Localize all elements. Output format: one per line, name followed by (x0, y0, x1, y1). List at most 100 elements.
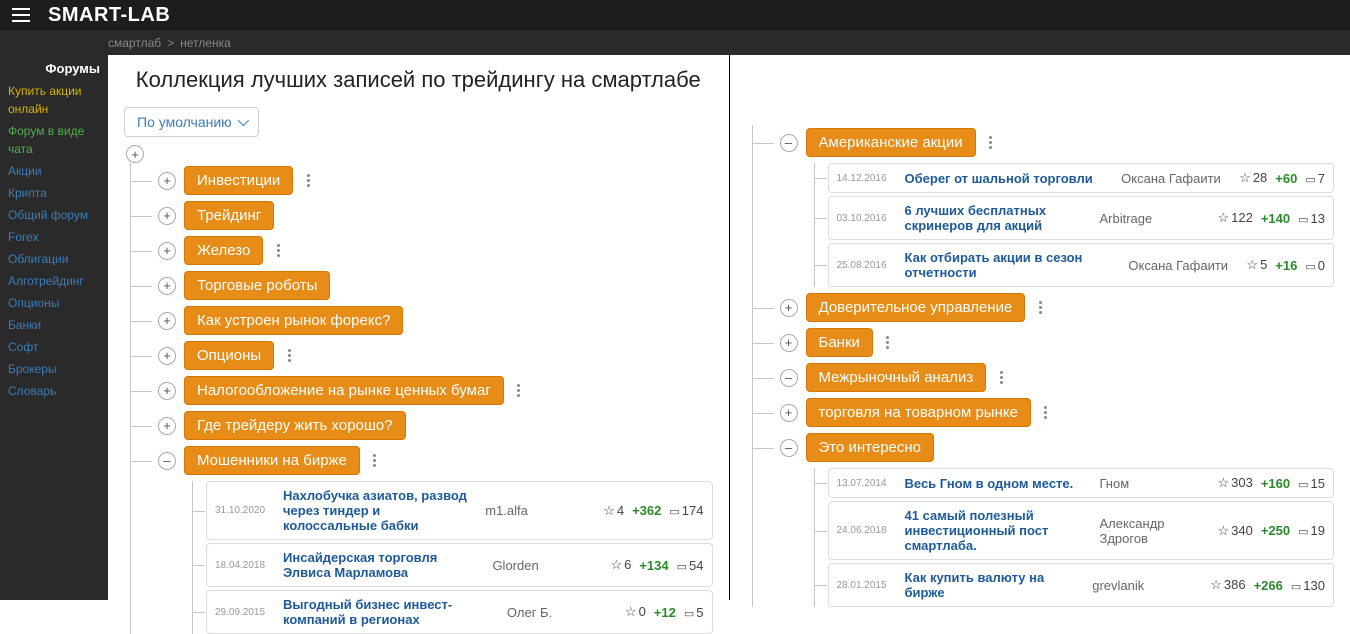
sidebar-item[interactable]: Акции (0, 160, 108, 182)
breadcrumb-home[interactable]: смартлаб (108, 36, 161, 50)
star-icon[interactable]: 122 (1217, 210, 1252, 226)
comment-icon[interactable]: 15 (1298, 476, 1325, 491)
toggle-button[interactable]: + (780, 404, 798, 422)
toggle-button[interactable]: + (158, 172, 176, 190)
star-icon[interactable]: 386 (1210, 577, 1245, 593)
post-author[interactable]: Оксана Гафаити (1128, 258, 1238, 273)
post-title[interactable]: Нахлобучка азиатов, развод через тиндер … (283, 488, 477, 533)
post-row[interactable]: 31.10.2020Нахлобучка азиатов, развод чер… (206, 481, 713, 540)
star-icon[interactable]: 340 (1217, 523, 1252, 539)
category-tag[interactable]: Опционы (184, 341, 274, 370)
sidebar-item[interactable]: Форум в виде чата (0, 120, 108, 160)
category-tag[interactable]: Это интересно (806, 433, 935, 462)
post-row[interactable]: 03.10.20166 лучших бесплатных скринеров … (828, 196, 1335, 240)
sidebar-item[interactable]: Алготрейдинг (0, 270, 108, 292)
toggle-button[interactable]: + (158, 382, 176, 400)
category-tag[interactable]: Американские акции (806, 128, 976, 157)
more-icon[interactable] (1039, 406, 1053, 419)
logo[interactable]: SMART-LAB (48, 4, 170, 27)
comment-icon[interactable]: 54 (677, 558, 704, 573)
comment-icon[interactable]: 130 (1291, 578, 1325, 593)
star-icon[interactable]: 28 (1239, 170, 1267, 186)
category-tag[interactable]: Инвестиции (184, 166, 293, 195)
comment-icon[interactable]: 5 (684, 605, 704, 620)
post-title[interactable]: Как купить валюту на бирже (905, 570, 1085, 600)
post-author[interactable]: Олег Б. (507, 605, 617, 620)
hamburger-icon[interactable] (12, 8, 30, 22)
post-row[interactable]: 25.08.2016Как отбирать акции в сезон отч… (828, 243, 1335, 287)
more-icon[interactable] (984, 136, 998, 149)
sidebar-item[interactable]: Forex (0, 226, 108, 248)
sidebar-item[interactable]: Софт (0, 336, 108, 358)
toggle-button[interactable]: + (158, 417, 176, 435)
post-author[interactable]: Оксана Гафаити (1121, 171, 1231, 186)
category-tag[interactable]: Межрыночный анализ (806, 363, 987, 392)
star-icon[interactable]: 6 (610, 557, 631, 573)
post-title[interactable]: Весь Гном в одном месте. (905, 476, 1092, 491)
toggle-button[interactable]: – (780, 134, 798, 152)
post-title[interactable]: Как отбирать акции в сезон отчетности (905, 250, 1121, 280)
more-icon[interactable] (994, 371, 1008, 384)
toggle-button[interactable]: + (158, 242, 176, 260)
toggle-button[interactable]: – (780, 439, 798, 457)
post-row[interactable]: 18.04.2018Инсайдерская торговля Элвиса М… (206, 543, 713, 587)
post-row[interactable]: 24.06.201841 самый полезный инвестиционн… (828, 501, 1335, 560)
sidebar-item[interactable]: Крипта (0, 182, 108, 204)
sidebar-item[interactable]: Опционы (0, 292, 108, 314)
star-icon[interactable]: 303 (1217, 475, 1252, 491)
post-author[interactable]: Александр Здрогов (1099, 516, 1209, 546)
post-author[interactable]: Гном (1099, 476, 1209, 491)
post-title[interactable]: 6 лучших бесплатных скринеров для акций (905, 203, 1092, 233)
more-icon[interactable] (368, 454, 382, 467)
post-author[interactable]: Glorden (492, 558, 602, 573)
star-icon[interactable]: 0 (625, 604, 646, 620)
post-title[interactable]: Выгодный бизнес инвест-компаний в регион… (283, 597, 499, 627)
post-author[interactable]: m1.alfa (485, 503, 595, 518)
toggle-button[interactable]: – (780, 369, 798, 387)
post-title[interactable]: 41 самый полезный инвестиционный пост см… (905, 508, 1092, 553)
toggle-button[interactable]: + (158, 347, 176, 365)
category-tag[interactable]: торговля на товарном рынке (806, 398, 1031, 427)
more-icon[interactable] (271, 244, 285, 257)
comment-icon[interactable]: 174 (669, 503, 703, 518)
sort-button[interactable]: По умолчанию (124, 107, 259, 137)
star-icon[interactable]: 5 (1246, 257, 1267, 273)
post-author[interactable]: grevlanik (1092, 578, 1202, 593)
sidebar-item[interactable]: Купить акции онлайн (0, 80, 108, 120)
toggle-button[interactable]: – (158, 452, 176, 470)
toggle-button[interactable]: + (158, 277, 176, 295)
sidebar-item[interactable]: Банки (0, 314, 108, 336)
toggle-button[interactable]: + (780, 334, 798, 352)
toggle-button[interactable]: + (780, 299, 798, 317)
category-tag[interactable]: Мошенники на бирже (184, 446, 360, 475)
category-tag[interactable]: Где трейдеру жить хорошо? (184, 411, 406, 440)
more-icon[interactable] (1033, 301, 1047, 314)
more-icon[interactable] (301, 174, 315, 187)
post-row[interactable]: 14.12.2016Оберег от шальной торговлиОкса… (828, 163, 1335, 193)
more-icon[interactable] (512, 384, 526, 397)
category-tag[interactable]: Трейдинг (184, 201, 274, 230)
sidebar-item[interactable]: Словарь (0, 380, 108, 402)
category-tag[interactable]: Налогообложение на рынке ценных бумаг (184, 376, 504, 405)
comment-icon[interactable]: 13 (1298, 211, 1325, 226)
category-tag[interactable]: Железо (184, 236, 263, 265)
post-row[interactable]: 28.01.2015Как купить валюту на биржеgrev… (828, 563, 1335, 607)
post-author[interactable]: Arbitrage (1099, 211, 1209, 226)
comment-icon[interactable]: 19 (1298, 523, 1325, 538)
post-title[interactable]: Инсайдерская торговля Элвиса Марламова (283, 550, 484, 580)
category-tag[interactable]: Как устроен рынок форекс? (184, 306, 403, 335)
comment-icon[interactable]: 0 (1305, 258, 1325, 273)
more-icon[interactable] (881, 336, 895, 349)
sidebar-item[interactable]: Общий форум (0, 204, 108, 226)
toggle-button[interactable]: + (158, 207, 176, 225)
sidebar-item[interactable]: Брокеры (0, 358, 108, 380)
toggle-button[interactable]: + (158, 312, 176, 330)
category-tag[interactable]: Банки (806, 328, 873, 357)
star-icon[interactable]: 4 (603, 503, 624, 519)
sidebar-item[interactable]: Облигации (0, 248, 108, 270)
post-title[interactable]: Оберег от шальной торговли (905, 171, 1114, 186)
more-icon[interactable] (282, 349, 296, 362)
comment-icon[interactable]: 7 (1305, 171, 1325, 186)
post-row[interactable]: 29.09.2015Выгодный бизнес инвест-компани… (206, 590, 713, 634)
root-toggle-button[interactable]: + (126, 145, 144, 163)
